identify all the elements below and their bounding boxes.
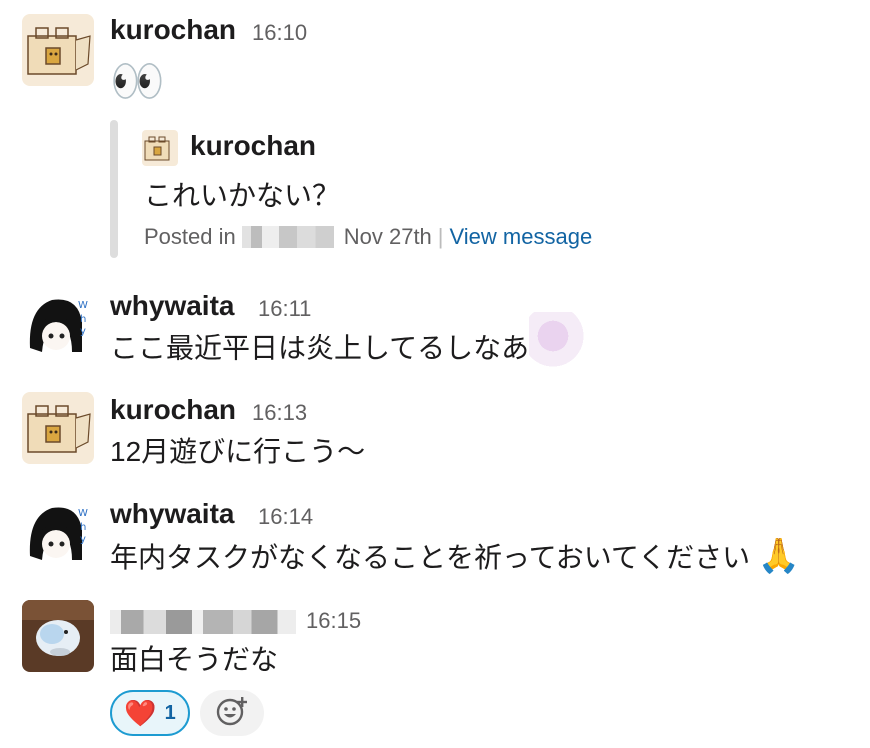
author-name[interactable]: whywaita	[110, 290, 234, 322]
message-text: 👀	[110, 58, 165, 106]
quote-avatar[interactable]	[142, 130, 178, 166]
quote-text: これいかない？	[144, 180, 341, 211]
svg-text:W: W	[78, 300, 88, 311]
svg-text:W: W	[78, 508, 88, 519]
redacted-name-block	[110, 609, 296, 634]
svg-text:y: y	[80, 534, 86, 545]
quote-bar	[110, 120, 118, 258]
avatar-whywaita[interactable]: W h y	[22, 496, 94, 568]
message-item: kurochan 16:13 12月遊びに行こう〜	[0, 388, 870, 488]
quote-date: Nov 27th	[343, 224, 432, 249]
add-reaction-button[interactable]	[200, 690, 264, 736]
posted-in-label: Posted in	[144, 224, 236, 249]
view-message-link[interactable]: View message	[450, 224, 593, 250]
message-item: kurochan 16:10 👀 kurochan これいかない？ Posted…	[0, 0, 870, 270]
avatar-kurochan[interactable]	[22, 392, 94, 464]
author-name[interactable]: kurochan	[110, 14, 236, 46]
message-body: ここ最近平日は炎上してるしなあ	[110, 332, 530, 364]
avatar-kurochan[interactable]	[22, 14, 94, 86]
shared-message-attachment: kurochan これいかない？ Posted in Nov 27th | Vi…	[110, 120, 670, 258]
redacted-emoji	[529, 312, 590, 372]
avatar-user[interactable]	[22, 600, 94, 672]
message-text: ここ最近平日は炎上してるしなあ	[110, 312, 590, 372]
heart-icon: ❤️	[124, 698, 157, 728]
folded-hands-emoji: 🙏	[757, 537, 801, 575]
svg-text:h: h	[80, 522, 86, 533]
quote-footer: Posted in Nov 27th | View message	[144, 224, 592, 250]
quote-author-name[interactable]: kurochan	[190, 130, 316, 162]
timestamp[interactable]: 16:11	[258, 296, 311, 322]
timestamp[interactable]: 16:10	[252, 20, 307, 46]
timestamp[interactable]: 16:14	[258, 504, 313, 530]
eyes-emoji: 👀	[110, 57, 165, 106]
svg-text:y: y	[80, 326, 86, 337]
message-text: 面白そうだな	[110, 644, 279, 675]
avatar-whywaita[interactable]: W h y	[22, 288, 94, 360]
message-body: 年内タスクがなくなることを祈っておいてください	[110, 542, 751, 573]
author-name[interactable]: whywaita	[110, 498, 234, 530]
author-name[interactable]: kurochan	[110, 394, 236, 426]
message-item: W h y whywaita 16:14 年内タスクがなくなることを祈っておいて…	[0, 492, 870, 592]
reaction-count: 1	[164, 701, 176, 724]
reaction-heart-button[interactable]: ❤️ 1	[110, 690, 190, 736]
redacted-channel-name	[241, 226, 334, 248]
svg-text:h: h	[80, 314, 86, 325]
timestamp[interactable]: 16:15	[306, 608, 361, 634]
message-text: 年内タスクがなくなることを祈っておいてください 🙏	[110, 538, 800, 576]
message-text: 12月遊びに行こう〜	[110, 436, 366, 467]
footer-separator: |	[437, 224, 444, 249]
add-emoji-icon	[215, 696, 249, 731]
timestamp[interactable]: 16:13	[252, 400, 307, 426]
message-item: W h y whywaita 16:11 ここ最近平日は炎上してるしなあ	[0, 284, 870, 384]
redacted-author-name[interactable]	[110, 604, 296, 636]
